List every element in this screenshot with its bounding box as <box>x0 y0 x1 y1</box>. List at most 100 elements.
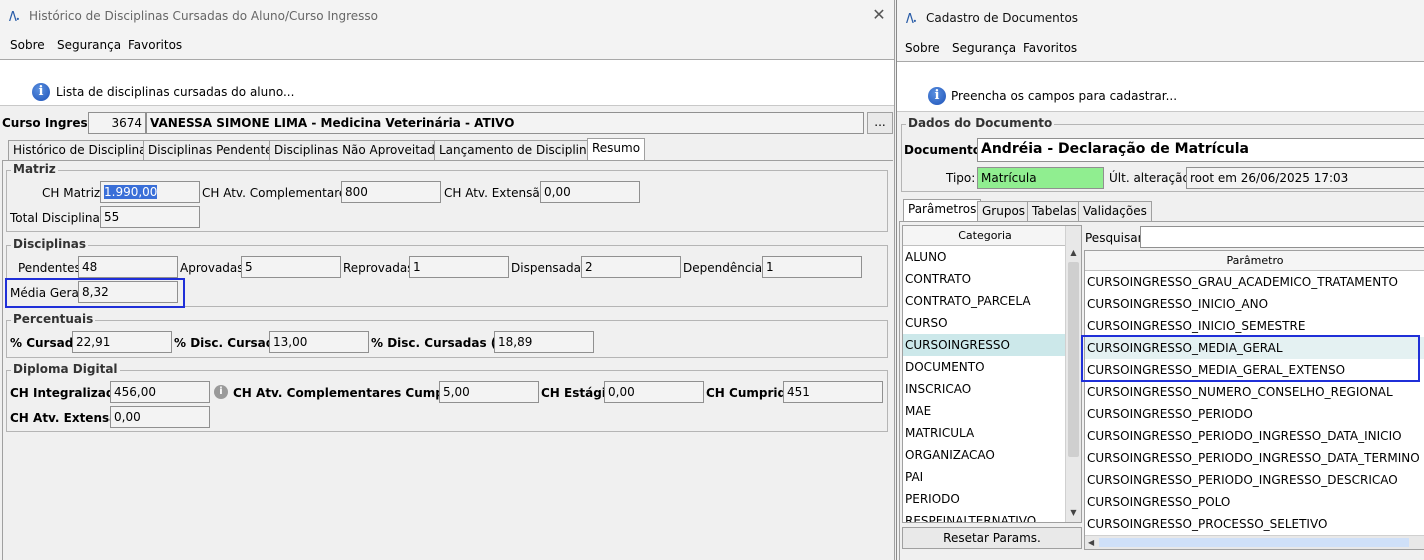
ch-cumprida-field[interactable]: 451 <box>783 381 883 403</box>
categoria-item[interactable]: DOCUMENTO <box>903 356 1066 378</box>
categoria-item[interactable]: MATRICULA <box>903 422 1066 444</box>
disc-cursadas-hr-field[interactable]: 18,89 <box>494 331 594 353</box>
categoria-item[interactable]: RESPFINALTERNATIVO <box>903 510 1066 522</box>
categoria-item[interactable]: MAE <box>903 400 1066 422</box>
menu-favoritos-right[interactable]: Favoritos <box>1023 41 1077 55</box>
pendentes-field[interactable]: 48 <box>78 256 178 278</box>
scroll-up-icon[interactable]: ▲ <box>1066 246 1081 260</box>
ch-atv-label: CH Atv. Complementares: <box>202 186 357 200</box>
aprovadas-field[interactable]: 5 <box>241 256 341 278</box>
historico-window: /\. Histórico de Disciplinas Cursadas do… <box>0 0 895 560</box>
ch-atv-field[interactable]: 800 <box>341 181 441 203</box>
ch-ext-field[interactable]: 0,00 <box>540 181 640 203</box>
categoria-header[interactable]: Categoria <box>903 226 1067 246</box>
ch-atv-extensao-field[interactable]: 0,00 <box>110 406 210 428</box>
cursado-field[interactable]: 22,91 <box>72 331 172 353</box>
parametro-item[interactable]: CURSOINGRESSO_PERIODO_INGRESSO_DATA_INIC… <box>1085 425 1424 447</box>
menu-seguranca[interactable]: Segurança <box>57 38 121 52</box>
curso-lookup-button[interactable]: ... <box>867 112 893 134</box>
parametro-item[interactable]: CURSOINGRESSO_POLO <box>1085 491 1424 513</box>
curso-ingresso-id-field[interactable]: 3674 <box>88 112 146 134</box>
window-title: Histórico de Disciplinas Cursadas do Alu… <box>29 9 379 23</box>
ch-matriz-field[interactable]: 1.990,00 <box>100 181 200 203</box>
tipo-field[interactable]: Matrícula <box>977 167 1104 189</box>
ch-matriz-label: CH Matriz: <box>42 186 105 200</box>
menu-seguranca-right[interactable]: Segurança <box>952 41 1016 55</box>
pendentes-label: Pendentes: <box>18 261 85 275</box>
ult-alteracao-label: Últ. alteração: <box>1109 171 1194 185</box>
info-hint-icon[interactable]: i <box>214 385 228 399</box>
menu-favoritos[interactable]: Favoritos <box>128 38 182 52</box>
disc-cursadas-field[interactable]: 13,00 <box>269 331 369 353</box>
aprovadas-label: Aprovadas: <box>180 261 248 275</box>
media-geral-highlight <box>5 278 185 308</box>
tab-historico[interactable]: Histórico de Disciplinas <box>8 140 158 160</box>
info-bar-right: i Preencha os campos para cadastrar... <box>897 62 1424 112</box>
total-disciplinas-field[interactable]: 55 <box>100 206 200 228</box>
ch-integralizada-field[interactable]: 456,00 <box>110 381 210 403</box>
parametro-item[interactable]: CURSOINGRESSO_INICIO_SEMESTRE <box>1085 315 1424 337</box>
parametro-item[interactable]: CURSOINGRESSO_PERIODO_INGRESSO_DATA_TERM… <box>1085 447 1424 469</box>
parametro-item[interactable]: CURSOINGRESSO_INICIO_ANO <box>1085 293 1424 315</box>
parametro-item[interactable]: CURSOINGRESSO_GRAU_ACADEMICO_TRATAMENTO <box>1085 271 1424 293</box>
dependencias-label: Dependências: <box>683 261 773 275</box>
disciplinas-title: Disciplinas <box>11 237 89 251</box>
tab-tabelas[interactable]: Tabelas <box>1027 201 1082 221</box>
ch-matriz-value: 1.990,00 <box>104 185 158 199</box>
categoria-scrollbar[interactable]: ▲ ▼ <box>1065 226 1081 522</box>
categoria-item[interactable]: ORGANIZACAO <box>903 444 1066 466</box>
dispensadas-field[interactable]: 2 <box>581 256 681 278</box>
parametro-item[interactable]: CURSOINGRESSO_PROCESSO_SELETIVO <box>1085 513 1424 535</box>
tab-grupos[interactable]: Grupos <box>977 201 1031 221</box>
tab-pendentes[interactable]: Disciplinas Pendentes <box>143 140 284 160</box>
categoria-item[interactable]: PAI <box>903 466 1066 488</box>
reprovadas-field[interactable]: 1 <box>409 256 509 278</box>
categoria-item[interactable]: PERIODO <box>903 488 1066 510</box>
title-bar-right: /\. Cadastro de Documentos <box>897 0 1424 34</box>
resetar-params-button[interactable]: Resetar Params. <box>902 527 1082 549</box>
parametro-item[interactable]: CURSOINGRESSO_PERIODO_INGRESSO_DESCRICAO <box>1085 469 1424 491</box>
menu-sobre-right[interactable]: Sobre <box>905 41 940 55</box>
categoria-item[interactable]: INSCRICAO <box>903 378 1066 400</box>
tab-lancamento[interactable]: Lançamento de Disciplinas <box>434 140 606 160</box>
categoria-item[interactable]: ALUNO <box>903 246 1066 268</box>
categoria-item[interactable]: CONTRATO_PARCELA <box>903 290 1066 312</box>
reprovadas-label: Reprovadas: <box>343 261 418 275</box>
scroll-left-icon[interactable]: ◀ <box>1088 536 1094 549</box>
tab-nao-aproveitadas[interactable]: Disciplinas Não Aproveitadas <box>269 140 454 160</box>
dependencias-field[interactable]: 1 <box>762 256 862 278</box>
documento-label: Documento: <box>904 143 986 157</box>
parametro-item[interactable]: CURSOINGRESSO_NUMERO_CONSELHO_REGIONAL <box>1085 381 1424 403</box>
parametro-list: Parâmetro CURSOINGRESSO_GRAU_ACADEMICO_T… <box>1084 250 1424 550</box>
parametro-hscrollbar[interactable]: ◀ <box>1085 535 1424 549</box>
pesquisar-input[interactable] <box>1140 226 1424 248</box>
menu-sobre[interactable]: Sobre <box>10 38 45 52</box>
documento-field[interactable]: Andréia - Declaração de Matrícula <box>977 138 1424 162</box>
categoria-item[interactable]: CURSOINGRESSO <box>903 334 1066 356</box>
tab-validacoes[interactable]: Validações <box>1078 201 1152 221</box>
ch-estagio-field[interactable]: 0,00 <box>604 381 704 403</box>
tab-parametros[interactable]: Parâmetros <box>903 199 982 221</box>
info-icon: i <box>928 87 946 105</box>
info-message: Lista de disciplinas cursadas do aluno..… <box>56 85 295 99</box>
close-icon[interactable]: ✕ <box>870 5 888 24</box>
parametro-header[interactable]: Parâmetro <box>1085 251 1424 271</box>
ch-ext-label: CH Atv. Extensão: <box>444 186 552 200</box>
scroll-down-icon[interactable]: ▼ <box>1066 506 1081 520</box>
categoria-scroll-thumb[interactable] <box>1068 262 1079 457</box>
ch-cumpridas-field[interactable]: 5,00 <box>439 381 539 403</box>
diploma-title: Diploma Digital <box>11 362 120 376</box>
ult-alteracao-field[interactable]: root em 26/06/2025 17:03 <box>1186 167 1424 189</box>
app-logo-icon: /\. <box>9 9 20 23</box>
parametro-rows: CURSOINGRESSO_GRAU_ACADEMICO_TRATAMENTO C… <box>1085 271 1424 535</box>
parametro-scroll-thumb[interactable] <box>1099 538 1409 547</box>
tab-resumo[interactable]: Resumo <box>587 138 646 160</box>
categoria-item[interactable]: CURSO <box>903 312 1066 334</box>
percentuais-title: Percentuais <box>11 312 96 326</box>
categoria-rows: ALUNO CONTRATO CONTRATO_PARCELA CURSO CURSOI… <box>903 246 1081 522</box>
curso-ingresso-name-field[interactable]: VANESSA SIMONE LIMA - Medicina Veterinár… <box>146 112 864 134</box>
title-bar: /\. Histórico de Disciplinas Cursadas do… <box>0 0 894 32</box>
info-message-right: Preencha os campos para cadastrar... <box>951 89 1178 103</box>
parametro-item[interactable]: CURSOINGRESSO_PERIODO <box>1085 403 1424 425</box>
categoria-item[interactable]: CONTRATO <box>903 268 1066 290</box>
